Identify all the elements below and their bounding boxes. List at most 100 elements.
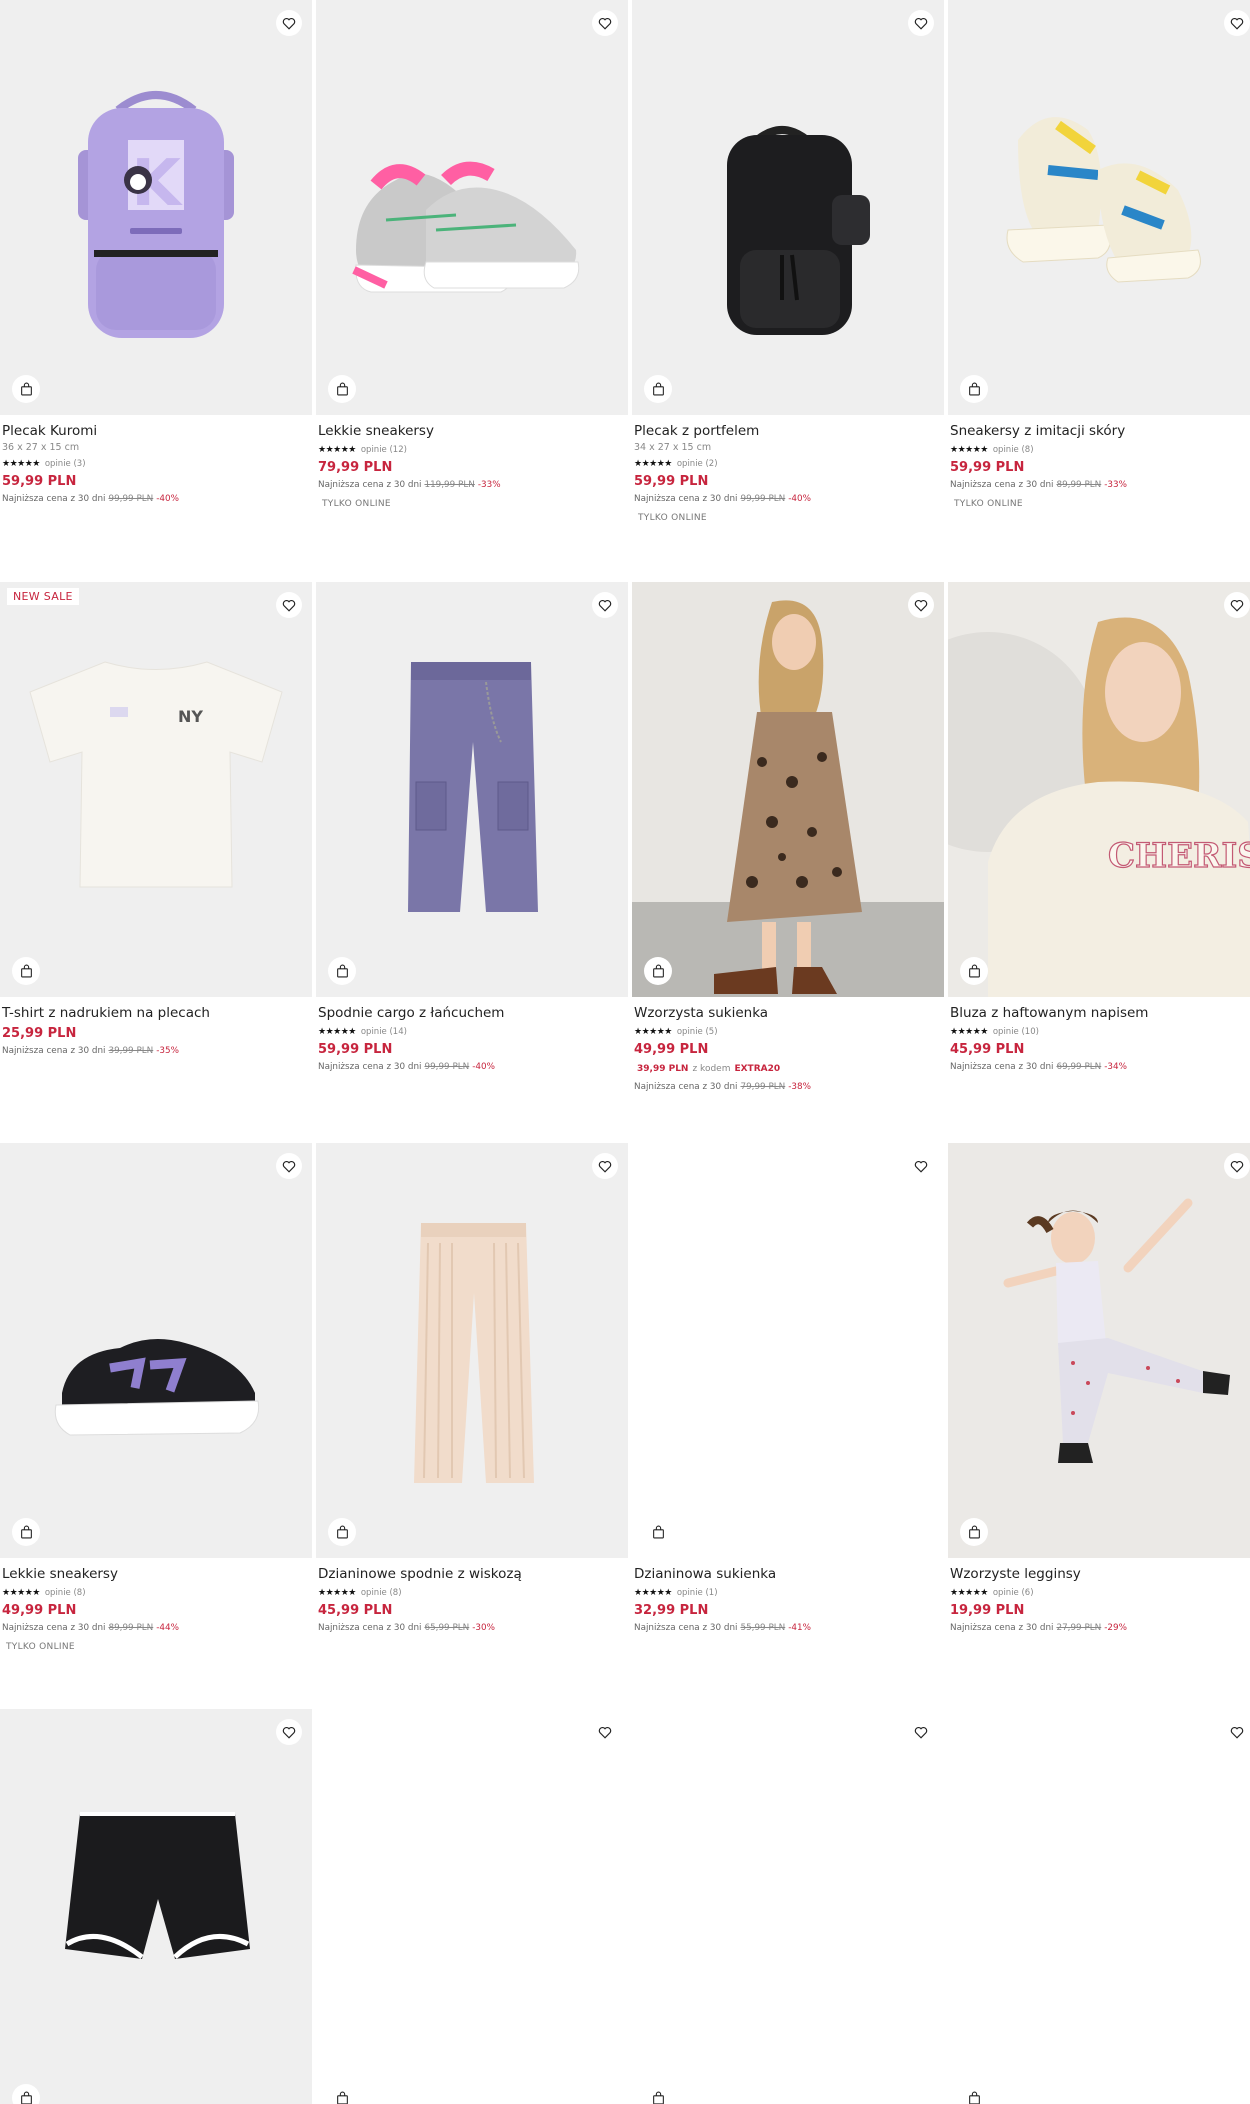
product-name[interactable]: Wzorzyste legginsy — [950, 1566, 1250, 1583]
product-card[interactable] — [632, 1709, 944, 2104]
product-image[interactable]: NY NEW SALE — [0, 582, 312, 997]
product-name[interactable]: Plecak Kuromi — [2, 423, 310, 440]
product-card[interactable]: Wzorzysta sukienka ★★★★★ opinie (5) 49,9… — [632, 582, 944, 1093]
discount: -38% — [788, 1082, 811, 1092]
product-name[interactable]: Sneakersy z imitacji skóry — [950, 423, 1250, 440]
favorite-button[interactable] — [592, 1719, 618, 1745]
product-name[interactable]: Lekkie sneakersy — [2, 1566, 310, 1583]
add-to-bag-button[interactable] — [960, 375, 988, 403]
add-to-bag-button[interactable] — [328, 2084, 356, 2104]
product-image[interactable] — [0, 1709, 312, 2104]
add-to-bag-button[interactable] — [644, 957, 672, 985]
favorite-button[interactable] — [276, 1719, 302, 1745]
product-image[interactable] — [948, 1709, 1250, 2104]
opinions-link[interactable]: opinie (2) — [677, 459, 718, 469]
product-card[interactable]: Wzorzyste legginsy ★★★★★ opinie (6) 19,9… — [948, 1143, 1250, 1634]
add-to-bag-button[interactable] — [328, 1518, 356, 1546]
favorite-button[interactable] — [276, 1153, 302, 1179]
product-card[interactable] — [316, 1709, 628, 2104]
product-image[interactable]: K — [0, 0, 312, 415]
add-to-bag-button[interactable] — [644, 375, 672, 403]
product-name[interactable]: Lekkie sneakersy — [318, 423, 626, 440]
favorite-button[interactable] — [1224, 1153, 1250, 1179]
product-card[interactable]: Dzianinowe spodnie z wiskozą ★★★★★ opini… — [316, 1143, 628, 1634]
product-image[interactable] — [316, 1143, 628, 1558]
product-card[interactable]: NY NEW SALE T-shirt z nadrukiem na pleca… — [0, 582, 312, 1057]
product-image[interactable] — [316, 582, 628, 997]
opinions-link[interactable]: opinie (10) — [993, 1027, 1039, 1037]
product-image[interactable] — [632, 0, 944, 415]
product-rating: ★★★★★ opinie (2) — [634, 458, 942, 469]
product-card[interactable]: Lekkie sneakersy ★★★★★ opinie (12) 79,99… — [316, 0, 628, 509]
favorite-button[interactable] — [1224, 592, 1250, 618]
product-card[interactable]: Plecak z portfelem 34 x 27 x 15 cm ★★★★★… — [632, 0, 944, 523]
favorite-button[interactable] — [1224, 1719, 1250, 1745]
product-card[interactable]: Sneakersy z imitacji skóry ★★★★★ opinie … — [948, 0, 1250, 509]
opinions-link[interactable]: opinie (14) — [361, 1027, 407, 1037]
favorite-button[interactable] — [908, 1153, 934, 1179]
product-card[interactable] — [0, 1709, 312, 2104]
favorite-button[interactable] — [592, 592, 618, 618]
favorite-button[interactable] — [908, 592, 934, 618]
add-to-bag-button[interactable] — [960, 2084, 988, 2104]
product-card[interactable]: Dzianinowa sukienka ★★★★★ opinie (1) 32,… — [632, 1143, 944, 1634]
product-image[interactable] — [316, 0, 628, 415]
cargo-pants-purple-image — [408, 662, 538, 912]
product-card[interactable]: K Plecak Kuromi 36 x 27 x 15 cm ★★★★★ op… — [0, 0, 312, 505]
opinions-link[interactable]: opinie (8) — [45, 1588, 86, 1598]
opinions-link[interactable]: opinie (3) — [45, 459, 86, 469]
add-to-bag-button[interactable] — [960, 957, 988, 985]
product-image[interactable] — [316, 1709, 628, 2104]
add-to-bag-button[interactable] — [328, 957, 356, 985]
add-to-bag-button[interactable] — [328, 375, 356, 403]
product-image[interactable] — [632, 1709, 944, 2104]
add-to-bag-button[interactable] — [12, 957, 40, 985]
heart-icon — [598, 17, 612, 30]
opinions-link[interactable]: opinie (1) — [677, 1588, 718, 1598]
favorite-button[interactable] — [592, 10, 618, 36]
product-card[interactable]: Spodnie cargo z łańcuchem ★★★★★ opinie (… — [316, 582, 628, 1073]
product-card[interactable] — [948, 1709, 1250, 2104]
favorite-button[interactable] — [592, 1153, 618, 1179]
lowest-price-info: Najniższa cena z 30 dni 119,99 PLN -33% — [318, 480, 626, 491]
opinions-link[interactable]: opinie (8) — [993, 445, 1034, 455]
product-image[interactable] — [948, 0, 1250, 415]
opinions-link[interactable]: opinie (5) — [677, 1027, 718, 1037]
opinions-link[interactable]: opinie (8) — [361, 1588, 402, 1598]
product-image[interactable] — [632, 582, 944, 997]
product-name[interactable]: Plecak z portfelem — [634, 423, 942, 440]
discount: -33% — [477, 480, 501, 490]
product-image[interactable] — [948, 1143, 1250, 1558]
heart-icon — [282, 599, 296, 612]
favorite-button[interactable] — [276, 10, 302, 36]
discount: -35% — [156, 1046, 179, 1056]
product-name[interactable]: T-shirt z nadrukiem na plecach — [2, 1005, 310, 1022]
favorite-button[interactable] — [908, 1719, 934, 1745]
product-image[interactable] — [632, 1143, 944, 1558]
old-price: 27,99 PLN — [1056, 1623, 1102, 1633]
product-name[interactable]: Dzianinowa sukienka — [634, 1566, 942, 1583]
add-to-bag-button[interactable] — [12, 375, 40, 403]
product-card[interactable]: CHERISH Bluza z haftowanym napisem ★★★★★… — [948, 582, 1250, 1073]
discount: -29% — [1104, 1623, 1127, 1633]
old-price: 99,99 PLN — [424, 1062, 470, 1072]
add-to-bag-button[interactable] — [960, 1518, 988, 1546]
favorite-button[interactable] — [908, 10, 934, 36]
add-to-bag-button[interactable] — [12, 1518, 40, 1546]
add-to-bag-button[interactable] — [644, 2084, 672, 2104]
product-name[interactable]: Spodnie cargo z łańcuchem — [318, 1005, 626, 1022]
opinions-link[interactable]: opinie (6) — [993, 1588, 1034, 1598]
add-to-bag-button[interactable] — [12, 2084, 40, 2104]
add-to-bag-button[interactable] — [644, 1518, 672, 1546]
product-name[interactable]: Wzorzysta sukienka — [634, 1005, 942, 1022]
favorite-button[interactable] — [1224, 10, 1250, 36]
product-image[interactable] — [0, 1143, 312, 1558]
shopping-bag-icon — [336, 2091, 348, 2104]
opinions-link[interactable]: opinie (12) — [361, 445, 407, 455]
product-image[interactable]: CHERISH — [948, 582, 1250, 997]
product-card[interactable]: Lekkie sneakersy ★★★★★ opinie (8) 49,99 … — [0, 1143, 312, 1652]
product-name[interactable]: Bluza z haftowanym napisem — [950, 1005, 1250, 1022]
product-rating: ★★★★★ opinie (8) — [950, 444, 1250, 455]
product-name[interactable]: Dzianinowe spodnie z wiskozą — [318, 1566, 626, 1583]
favorite-button[interactable] — [276, 592, 302, 618]
